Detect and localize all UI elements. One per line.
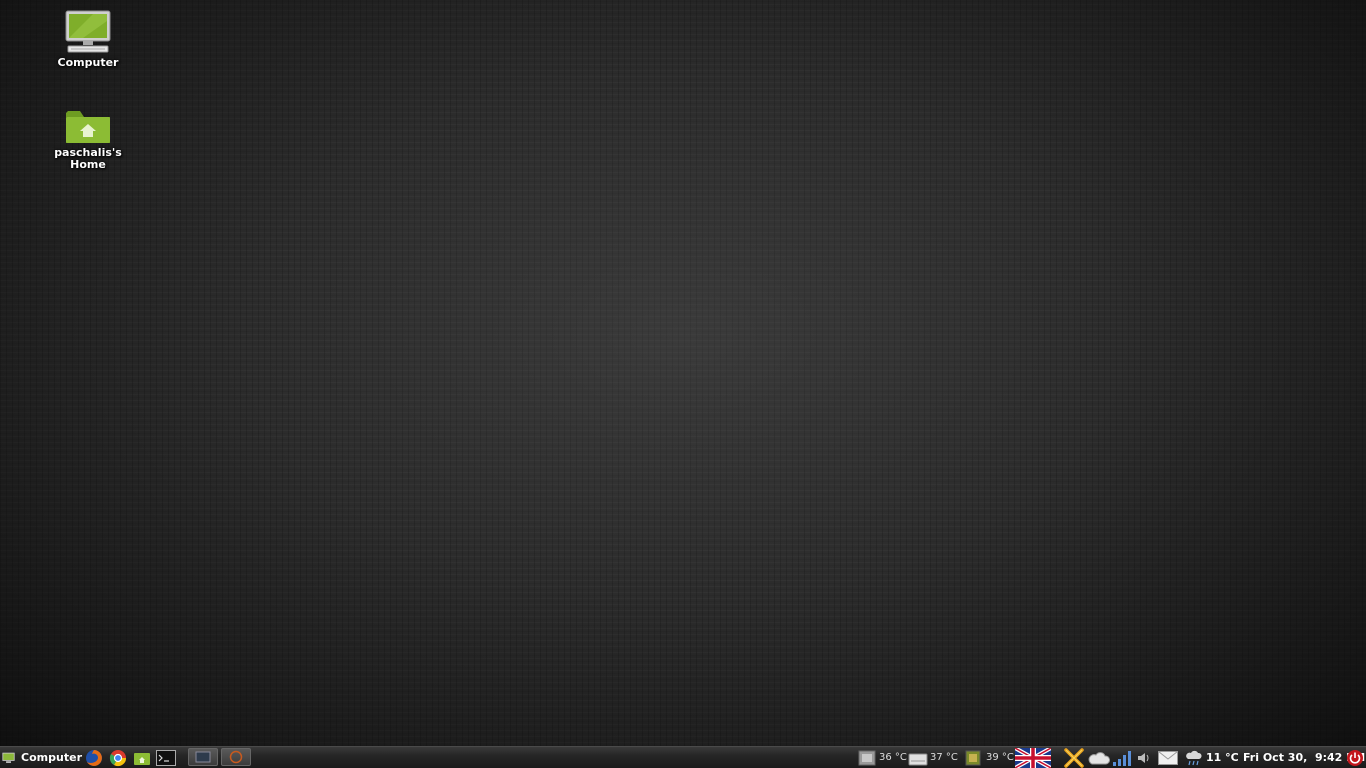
sensor-value: 37 °C — [930, 752, 958, 763]
launcher-terminal[interactable] — [155, 747, 177, 768]
computer-icon — [65, 10, 111, 53]
sensor-value: 36 °C — [879, 752, 907, 763]
launcher-chrome[interactable] — [107, 747, 129, 768]
desktop[interactable]: Computer paschalis's Home — [0, 0, 1366, 746]
tray-mail[interactable] — [1158, 747, 1178, 768]
firefox-icon — [86, 749, 102, 766]
weather-rain-icon — [1186, 750, 1202, 765]
sensor-hdd[interactable]: 37 °C — [908, 747, 958, 768]
tray-app-x[interactable] — [1063, 747, 1085, 768]
tray-volume[interactable] — [1136, 747, 1152, 768]
home-folder-icon — [134, 752, 150, 765]
desktop-icon-label-line2: Home — [70, 158, 106, 171]
desktop-icon-computer[interactable]: Computer — [43, 9, 133, 69]
hdd-temp-icon — [908, 753, 928, 765]
desktop-icon-label: Computer — [57, 56, 119, 69]
shutdown-button[interactable] — [1346, 747, 1364, 768]
chrome-icon — [109, 749, 127, 766]
volume-icon — [1138, 752, 1149, 763]
sensor-gpu[interactable]: 39 °C — [964, 747, 1014, 768]
sensor-value: 39 °C — [986, 752, 1014, 763]
tray-cloud[interactable] — [1088, 747, 1110, 768]
menu-label: Computer — [21, 751, 82, 764]
weather-temperature: 11 °C — [1206, 751, 1239, 764]
window-button-1[interactable] — [188, 748, 218, 766]
sensor-cpu[interactable]: 36 °C — [857, 747, 907, 768]
tray-weather[interactable]: 11 °C — [1185, 747, 1239, 768]
cpu-temp-icon — [858, 750, 876, 765]
home-folder-icon — [66, 111, 110, 143]
network-signal-icon — [1113, 750, 1131, 766]
launcher-home-folder[interactable] — [131, 747, 153, 768]
window-icon — [229, 750, 243, 764]
window-icon — [195, 751, 211, 763]
gpu-temp-icon — [965, 750, 981, 765]
terminal-icon — [156, 749, 176, 766]
mail-icon — [1158, 750, 1178, 765]
tray-network[interactable] — [1112, 747, 1132, 768]
x-app-icon — [1064, 747, 1084, 768]
power-icon — [1347, 749, 1363, 766]
uk-flag-icon — [1015, 747, 1051, 768]
launcher-firefox[interactable] — [83, 747, 105, 768]
cloud-sync-icon — [1088, 751, 1110, 764]
desktop-icon-home[interactable]: paschalis's Home — [43, 107, 133, 171]
computer-icon — [2, 752, 15, 763]
bottom-panel: Computer 36 °C 37 °C 39 °C 11 °C Fri Oct… — [0, 746, 1366, 768]
window-button-2[interactable] — [221, 748, 251, 766]
keyboard-layout-indicator[interactable] — [1015, 747, 1051, 768]
menu-button[interactable]: Computer — [2, 747, 82, 768]
